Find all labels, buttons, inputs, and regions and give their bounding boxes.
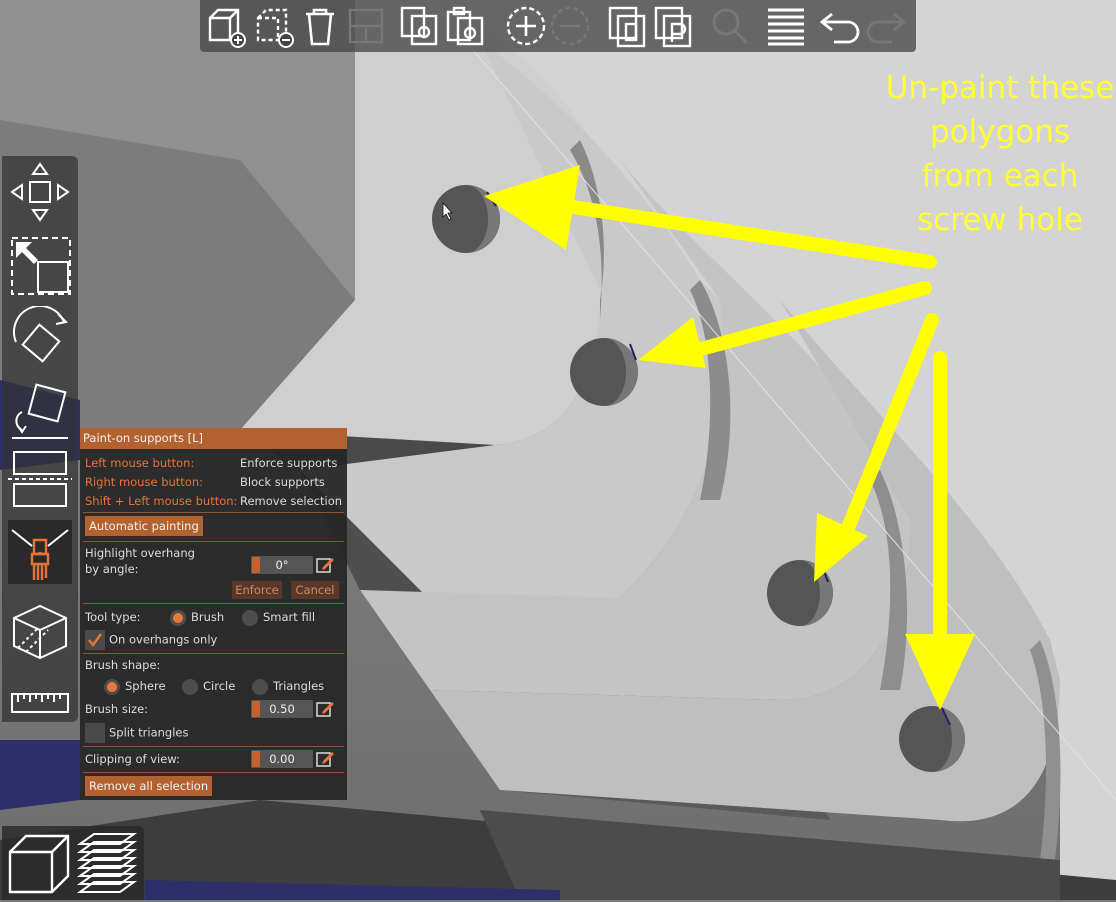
highlight-overhang-label-2: by angle:: [85, 562, 139, 576]
clipping-slider[interactable]: 0.00: [251, 750, 313, 768]
move-icon[interactable]: [8, 160, 72, 224]
brush-size-slider[interactable]: 0.50: [251, 700, 313, 718]
view-toggle: [2, 826, 144, 900]
split-triangles-checkbox[interactable]: Split triangles: [85, 723, 189, 743]
top-toolbar: [200, 0, 916, 52]
screw-hole: [570, 338, 638, 406]
shift-left-mouse-value: Remove selection: [240, 494, 343, 508]
delete-icon[interactable]: [252, 4, 296, 48]
arrange-icon[interactable]: [344, 4, 388, 48]
remove-all-selection-button[interactable]: Remove all selection: [85, 776, 213, 796]
radio-icon: [170, 609, 186, 626]
clipping-value: 0.00: [269, 752, 295, 766]
separator: [83, 746, 344, 747]
tool-smart-fill-label: Smart fill: [263, 610, 316, 624]
seam-painting-icon[interactable]: [8, 600, 72, 664]
left-toolbar: [2, 156, 78, 722]
screw-hole: [432, 185, 500, 253]
place-on-face-icon[interactable]: [8, 378, 72, 442]
cut-icon[interactable]: [8, 446, 72, 510]
panel-title: Paint-on supports [L]: [80, 428, 347, 449]
brush-size-value: 0.50: [269, 702, 295, 716]
left-mouse-label: Left mouse button:: [85, 456, 195, 470]
3d-view-icon[interactable]: [6, 830, 72, 898]
brush-size-label: Brush size:: [85, 702, 149, 716]
right-mouse-label: Right mouse button:: [85, 475, 203, 489]
radio-icon: [252, 678, 268, 695]
screw-hole: [899, 706, 965, 772]
edit-clipping-icon[interactable]: [316, 750, 334, 768]
tool-type-label: Tool type:: [85, 610, 141, 624]
overhang-angle-value: 0°: [275, 558, 289, 572]
right-mouse-value: Block supports: [240, 475, 325, 489]
add-instance-icon[interactable]: [504, 4, 548, 48]
annotation-line: polygons: [929, 114, 1071, 150]
radio-icon: [242, 609, 258, 626]
checkbox-icon: [85, 723, 105, 743]
separator: [83, 653, 344, 654]
paste-icon[interactable]: [444, 4, 488, 48]
on-overhangs-checkbox[interactable]: On overhangs only: [85, 630, 218, 650]
copy-icon[interactable]: [398, 4, 442, 48]
delete-all-icon[interactable]: [298, 4, 342, 48]
radio-icon: [104, 678, 120, 695]
shape-sphere-label: Sphere: [125, 679, 166, 693]
separator: [83, 603, 344, 604]
undo-icon[interactable]: [818, 4, 862, 48]
paint-on-supports-panel: Paint-on supports [L] Left mouse button:…: [80, 428, 347, 800]
separator: [83, 772, 344, 773]
annotation-text: Un-paint these polygons from each screw …: [870, 66, 1116, 242]
annotation-line: Un-paint these: [885, 70, 1115, 106]
search-icon[interactable]: [708, 4, 752, 48]
redo-icon[interactable]: [864, 4, 908, 48]
clipping-label: Clipping of view:: [85, 752, 180, 766]
measure-icon[interactable]: [8, 670, 72, 734]
paint-supports-icon[interactable]: [8, 520, 72, 584]
tool-brush-option[interactable]: Brush: [170, 608, 224, 626]
shape-circle-label: Circle: [203, 679, 236, 693]
split-triangles-label: Split triangles: [109, 725, 189, 740]
shape-circle-option[interactable]: Circle: [182, 677, 235, 695]
enforce-button[interactable]: Enforce: [232, 581, 282, 599]
split-objects-icon[interactable]: [606, 4, 650, 48]
checkbox-icon: [85, 630, 105, 650]
shape-triangles-label: Triangles: [273, 679, 325, 693]
add-icon[interactable]: [204, 4, 248, 48]
annotation-line: screw hole: [917, 202, 1083, 238]
tool-brush-label: Brush: [191, 610, 225, 624]
cancel-button[interactable]: Cancel: [291, 581, 339, 599]
annotation-line: from each: [921, 158, 1079, 194]
shift-left-mouse-label: Shift + Left mouse button:: [85, 494, 238, 508]
automatic-painting-button[interactable]: Automatic painting: [85, 516, 203, 536]
separator: [83, 512, 344, 513]
scale-icon[interactable]: [8, 232, 72, 296]
separator: [83, 541, 344, 542]
layers-editing-icon[interactable]: [764, 4, 808, 48]
screw-hole: [767, 560, 833, 626]
brush-shape-label: Brush shape:: [85, 658, 161, 672]
shape-sphere-option[interactable]: Sphere: [104, 677, 166, 695]
shape-triangles-option[interactable]: Triangles: [252, 677, 324, 695]
on-overhangs-label: On overhangs only: [109, 632, 218, 647]
overhang-angle-slider[interactable]: 0°: [251, 556, 313, 574]
preview-icon[interactable]: [74, 830, 140, 898]
radio-icon: [182, 678, 198, 695]
split-parts-icon[interactable]: [652, 4, 696, 48]
tool-smart-fill-option[interactable]: Smart fill: [242, 608, 315, 626]
rotate-icon[interactable]: [8, 305, 72, 370]
edit-angle-icon[interactable]: [316, 556, 334, 574]
edit-brush-size-icon[interactable]: [316, 700, 334, 718]
left-mouse-value: Enforce supports: [240, 456, 338, 470]
remove-instance-icon[interactable]: [548, 4, 592, 48]
